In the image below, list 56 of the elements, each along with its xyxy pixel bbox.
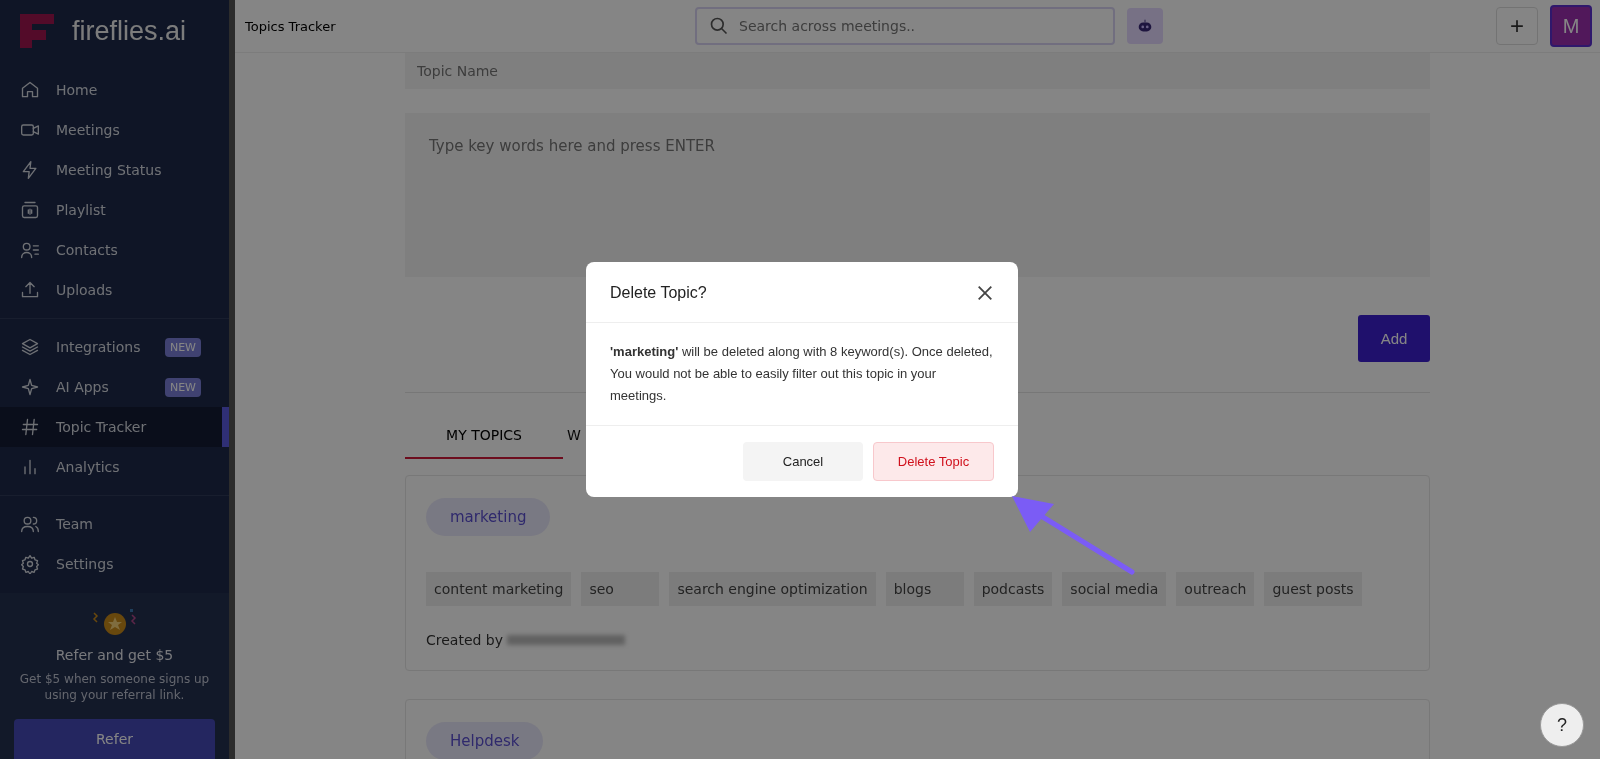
refer-button[interactable]: Refer: [14, 719, 215, 759]
tab[interactable]: W: [563, 413, 581, 459]
home-icon: [20, 80, 40, 100]
close-icon[interactable]: [976, 284, 994, 302]
logo-icon: [20, 14, 54, 48]
avatar[interactable]: M: [1550, 5, 1592, 47]
contacts-icon: [20, 240, 40, 260]
search-icon: [709, 16, 729, 36]
logo-text: fireflies.ai: [72, 15, 187, 47]
created-by-label: Created by: [426, 632, 504, 648]
sidebar-item[interactable]: Settings: [0, 544, 229, 584]
topic-name-field[interactable]: Topic Name: [405, 53, 1430, 89]
sidebar-item[interactable]: Meetings: [0, 110, 229, 150]
team-icon: [20, 514, 40, 534]
sparkle-icon: [20, 377, 40, 397]
page-title: Topics Tracker: [245, 18, 337, 34]
dialog-title: Delete Topic?: [610, 284, 707, 302]
sidebar-item[interactable]: Team: [0, 504, 229, 544]
keyword-chip: seo: [581, 572, 660, 606]
sidebar-item[interactable]: Integrations NEW: [0, 327, 229, 367]
sidebar-item[interactable]: Topic Tracker: [0, 407, 229, 447]
keyword-chip: content marketing: [426, 572, 572, 606]
keyword-chip: outreach: [1176, 572, 1255, 606]
referral-text: Get $5 when someone signs up using your referral link.: [18, 670, 211, 703]
keyword-chip: guest posts: [1264, 572, 1362, 606]
keyword-chip: social media: [1062, 572, 1167, 606]
keyword-chip: blogs: [885, 572, 964, 606]
sidebar-item[interactable]: Playlist: [0, 190, 229, 230]
sidebar-item[interactable]: AI Apps NEW: [0, 367, 229, 407]
tab[interactable]: MY TOPICS: [405, 413, 563, 459]
new-badge: NEW: [164, 377, 201, 397]
referral-title: Refer and get $5: [55, 646, 174, 663]
sidebar-item[interactable]: Uploads: [0, 270, 229, 310]
add-topic-button[interactable]: Add: [1358, 315, 1430, 362]
keyword-chip: search engine optimization: [669, 572, 876, 606]
sidebar-item[interactable]: Home: [0, 70, 229, 110]
topic-tag[interactable]: marketing: [426, 498, 551, 536]
keywords-field[interactable]: Type key words here and press ENTER: [405, 113, 1430, 277]
playlist-icon: [20, 200, 40, 220]
sidebar-item[interactable]: Meeting Status: [0, 150, 229, 190]
sidebar-item[interactable]: Contacts: [0, 230, 229, 270]
topic-tag[interactable]: Helpdesk: [426, 722, 544, 759]
help-button[interactable]: ?: [1540, 703, 1584, 747]
dialog-message: 'marketing' will be deleted along with 8 keyword(s). Once deleted, You would not be able to easily filter out this topic in your meetings.: [586, 323, 1018, 426]
keyword-chip: podcasts: [973, 572, 1053, 606]
search-field[interactable]: Search across meetings..: [695, 7, 1115, 45]
add-button[interactable]: +: [1496, 7, 1538, 45]
layers-icon: [20, 337, 40, 357]
new-badge: NEW: [164, 337, 201, 357]
robot-button[interactable]: [1127, 8, 1163, 44]
sidebar-item[interactable]: Analytics: [0, 447, 229, 487]
delete-button[interactable]: Delete Topic: [873, 442, 994, 481]
upload-icon: [20, 280, 40, 300]
settings-icon: [20, 554, 40, 574]
cancel-button[interactable]: Cancel: [743, 442, 863, 481]
hash-icon: [20, 417, 40, 437]
